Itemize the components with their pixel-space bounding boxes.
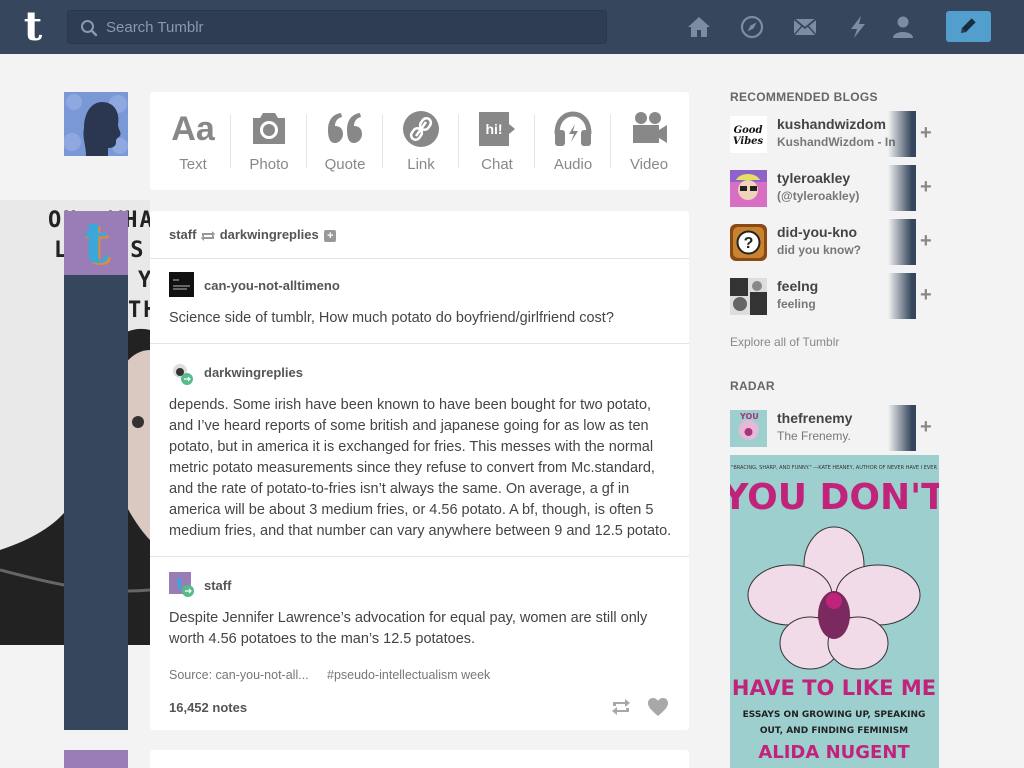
darkwingreplies-avatar[interactable] (169, 361, 194, 386)
reblogged-from-link[interactable]: darkwingreplies (220, 227, 319, 242)
post-tag[interactable]: #pseudo-intellectualism week (327, 668, 490, 682)
user-avatar[interactable] (64, 92, 128, 156)
tumblr-logo[interactable]: t (16, 7, 50, 47)
dashboard-post: staff darkwingreplies + can-you-not-allt… (150, 211, 689, 730)
follow-plus-icon[interactable]: + (920, 416, 932, 439)
recommended-blog-item[interactable]: ? did-you-kno did you know? + (730, 219, 939, 265)
entry-text: Despite Jennifer Lawrence’s advocation f… (169, 610, 648, 647)
pencil-icon (961, 17, 977, 33)
book-author: ALIDA NUGENT (758, 742, 910, 763)
post-type-chat-button[interactable]: hi! Chat (459, 92, 535, 190)
book-blurb: "BRACING, SHARP, AND FUNNY." —KATE HEANE… (731, 465, 937, 471)
follow-plus-icon[interactable]: + (920, 176, 932, 199)
thefrenemy-avatar: YOU (730, 410, 767, 447)
text-icon: Aa (171, 110, 215, 148)
svg-text:Good: Good (734, 125, 763, 136)
post-type-video-button[interactable]: Video (611, 92, 687, 190)
follow-plus-icon[interactable]: + (920, 122, 932, 145)
top-navigation-bar: t (0, 0, 1024, 54)
can-you-not-avatar[interactable] (169, 272, 194, 297)
did-you-kno-avatar: ? (730, 224, 767, 261)
reblog-small-icon (201, 230, 216, 241)
svg-text:Vibes: Vibes (733, 136, 764, 147)
entry-username[interactable]: staff (204, 578, 231, 593)
post-type-link-button[interactable]: Link (383, 92, 459, 190)
explore-all-link[interactable]: Explore all of Tumblr (730, 335, 839, 349)
tyleroakley-avatar (730, 170, 767, 207)
recommended-blog-item[interactable]: tyleroakley (@tyleroakley) + (730, 165, 939, 211)
post-type-audio-button[interactable]: Audio (535, 92, 611, 190)
post-type-bar: Aa Text Photo Quote Link hi! Chat Audio … (150, 92, 689, 190)
search-icon (81, 20, 98, 37)
svg-text:hi!: hi! (485, 121, 502, 137)
search-input[interactable] (106, 11, 596, 43)
radar-post-image[interactable]: "BRACING, SHARP, AND FUNNY." —KATE HEANE… (730, 455, 939, 768)
reblogger-link[interactable]: staff (169, 227, 196, 242)
account-icon[interactable] (890, 14, 916, 40)
compose-button[interactable] (946, 11, 991, 42)
explore-icon[interactable] (739, 14, 765, 40)
reblog-icon[interactable] (610, 697, 632, 717)
post-header: staff darkwingreplies + (169, 227, 337, 242)
avatar-sticky-rail (64, 275, 128, 730)
book-title-line1: YOU DON'T (730, 477, 939, 518)
search-box[interactable] (67, 10, 607, 44)
recommended-blog-item[interactable]: Good Vibes kushandwizdom KushandWizdom -… (730, 111, 939, 157)
inbox-icon[interactable] (792, 14, 818, 40)
follow-plus-icon[interactable]: + (920, 284, 932, 307)
radar-title: RADAR (730, 379, 775, 393)
kushandwizdom-avatar: Good Vibes (730, 116, 767, 153)
svg-text:YOU: YOU (739, 412, 759, 421)
staff-small-avatar[interactable]: t (169, 572, 194, 597)
book-cover-illustration: "BRACING, SHARP, AND FUNNY." —KATE HEANE… (730, 455, 939, 768)
activity-icon[interactable] (845, 14, 871, 40)
book-subtitle-line1: ESSAYS ON GROWING UP, SPEAKING (743, 710, 926, 720)
entry-username[interactable]: darkwingreplies (204, 365, 303, 380)
entry-text: Science side of tumblr, How much potato … (169, 310, 614, 326)
silhouette-avatar-image (64, 92, 128, 156)
svg-text:?: ? (744, 235, 754, 252)
post-type-quote-button[interactable]: Quote (307, 92, 383, 190)
video-camera-icon (633, 112, 667, 143)
notes-count[interactable]: 16,452 notes (169, 700, 247, 715)
feelng-avatar (730, 278, 767, 315)
home-icon[interactable] (686, 14, 712, 40)
like-heart-icon[interactable] (647, 697, 669, 717)
next-post-avatar[interactable] (64, 750, 128, 768)
chat-icon: hi! (479, 112, 515, 146)
recommended-blog-item[interactable]: feelng feeling + (730, 273, 939, 319)
follow-plus-icon[interactable]: + (324, 229, 337, 242)
camera-icon (253, 113, 285, 144)
quote-icon (328, 113, 362, 143)
book-title-line2: HAVE TO LIKE ME (732, 676, 936, 700)
source-link[interactable]: Source: can-you-not-all... (169, 668, 309, 682)
recommended-blogs-title: RECOMMENDED BLOGS (730, 90, 878, 104)
post-type-text-button[interactable]: Aa Text (155, 92, 231, 190)
staff-avatar[interactable]: t (64, 211, 128, 275)
next-post-card (150, 750, 689, 768)
follow-plus-icon[interactable]: + (920, 230, 932, 253)
headphones-icon (554, 111, 592, 146)
post-type-photo-button[interactable]: Photo (231, 92, 307, 190)
book-subtitle-line2: OUT, AND FINDING FEMINISM (760, 726, 908, 736)
radar-blog-item[interactable]: YOU thefrenemy The Frenemy. + (730, 405, 939, 451)
link-icon (403, 111, 439, 147)
entry-username[interactable]: can-you-not-alltimeno (204, 278, 340, 293)
entry-text: depends. Some irish have been known to h… (169, 397, 672, 539)
